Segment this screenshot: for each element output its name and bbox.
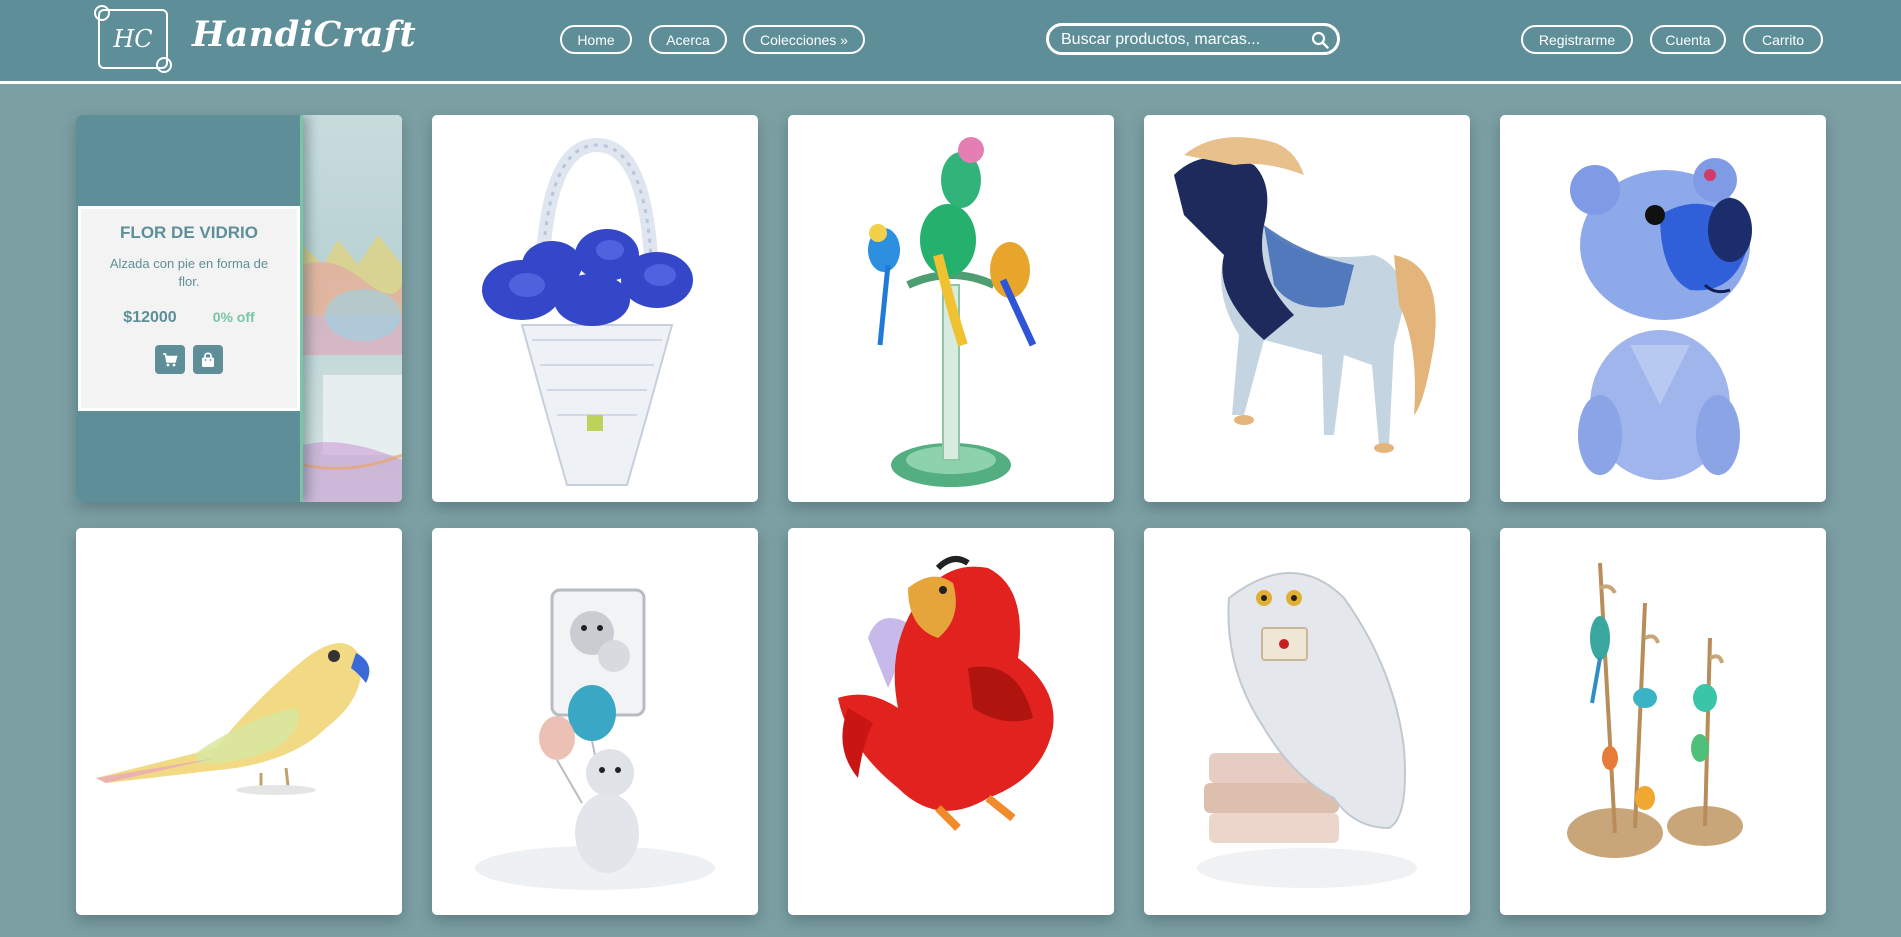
product-card[interactable] (1144, 528, 1470, 915)
blue-crystal-bear-image (1570, 158, 1752, 480)
product-price: $12000 (123, 309, 177, 326)
product-card[interactable] (76, 528, 402, 915)
nav-about-link[interactable]: Acerca (649, 25, 727, 54)
add-to-cart-button[interactable] (155, 345, 185, 374)
crystal-bear-balloon-image (475, 588, 715, 890)
product-card[interactable] (432, 528, 758, 915)
nav-home-link[interactable]: Home (560, 25, 632, 54)
logo-icon[interactable]: HC (94, 5, 172, 73)
logo-text: HC (113, 25, 153, 53)
shopping-bag-icon (202, 351, 214, 367)
crystal-owl-books-image (1197, 572, 1417, 888)
featured-product-image (302, 115, 402, 502)
cart-button[interactable]: Carrito (1743, 25, 1823, 54)
search-input[interactable] (1061, 29, 1301, 51)
register-button[interactable]: Registrarme (1521, 25, 1633, 54)
featured-product-panel: FLOR DE VIDRIO Alzada con pie en forma d… (76, 115, 303, 502)
product-card[interactable] (1144, 115, 1470, 502)
brand-name[interactable]: HandiCraft (192, 14, 416, 55)
product-card[interactable] (1500, 115, 1826, 502)
buy-now-button[interactable] (193, 345, 223, 374)
product-discount: 0% off (212, 309, 255, 325)
crystal-birds-stand-image (1567, 562, 1743, 858)
red-crystal-parrot-image (838, 556, 1054, 831)
featured-product-card[interactable]: FLOR DE VIDRIO Alzada con pie en forma d… (76, 115, 402, 502)
nav-collections-link[interactable]: Colecciones » (743, 25, 865, 54)
product-description: Alzada con pie en forma de flor. (109, 256, 269, 289)
product-card[interactable] (788, 528, 1114, 915)
blue-glass-horse-image (1174, 137, 1436, 453)
product-card[interactable] (1500, 528, 1826, 915)
search-bar (1046, 23, 1340, 55)
crystal-parakeet-image (96, 643, 370, 795)
glass-flower-image (302, 235, 402, 502)
product-card[interactable] (788, 115, 1114, 502)
account-button[interactable]: Cuenta (1650, 25, 1726, 54)
product-card[interactable] (432, 115, 758, 502)
cart-icon (163, 352, 178, 366)
featured-product-info: FLOR DE VIDRIO Alzada con pie en forma d… (78, 206, 300, 411)
crystal-flower-basket-image (482, 137, 693, 486)
product-title: FLOR DE VIDRIO (120, 223, 258, 242)
search-icon[interactable] (1311, 31, 1329, 49)
glass-parrots-perch-image (868, 137, 1037, 487)
top-navbar: HC HandiCraft Home Acerca Colecciones » … (0, 0, 1901, 84)
